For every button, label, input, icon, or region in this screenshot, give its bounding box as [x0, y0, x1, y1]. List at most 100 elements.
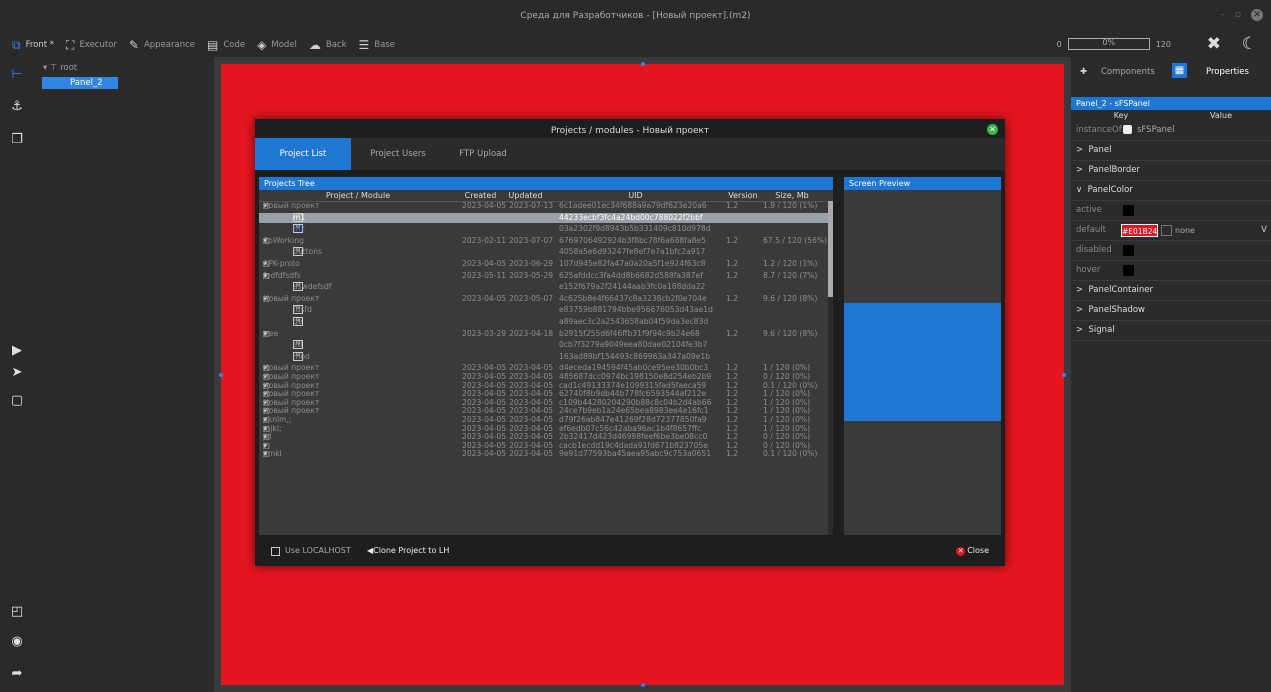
resize-handle-bottom[interactable]: [641, 683, 645, 687]
scrollbar-thumb[interactable]: [828, 201, 833, 297]
projects-tree: Projects Tree Project / Module Created U…: [259, 177, 833, 535]
project-row[interactable]: ▾ ◰ fedfdfsdfs 2023-05-11 2023-05-29 625afdd…: [259, 271, 828, 281]
module-row[interactable]: Med 0cb7f3279a9049eea80dae02104fe3b7: [259, 340, 828, 350]
col-uid[interactable]: UID: [547, 190, 724, 201]
none-checkbox[interactable]: [1161, 225, 1172, 236]
resize-handle-left[interactable]: [219, 373, 223, 377]
chevron-right-icon: >: [1076, 305, 1084, 315]
color-swatch-active[interactable]: [1123, 205, 1134, 216]
eye-icon[interactable]: ◉: [9, 634, 25, 650]
project-row[interactable]: ▾ ◰ APK-proto 2023-04-05 2023-06-29 107d945e…: [259, 259, 828, 269]
group-panelcontainer[interactable]: > PanelContainer: [1071, 281, 1271, 301]
module-row[interactable]: Mmod 163ad89bf154493c869963a347a09e1b: [259, 351, 828, 362]
toolbar-appearance[interactable]: ✎ Appearance: [129, 38, 195, 52]
row-uid: e83759b881794bbe956676053d43ae1d: [559, 305, 713, 315]
properties-panel: Panel_2 - sFSPanel Key Value instanceOf …: [1071, 97, 1271, 341]
chevron-down-icon[interactable]: V: [1261, 221, 1267, 240]
title-bar: Среда для Разработчиков - [Новый проект]…: [0, 0, 1271, 33]
value-column: Value: [1210, 111, 1232, 120]
left-sidebar: ⊢ ⚓ ❐ ▶ ➤ ▢ ◰ ◉ ➦: [0, 57, 34, 692]
project-row[interactable]: ▾ ◰ tree 2023-03-29 2023-04-18 b2915f255d6f4…: [259, 329, 828, 339]
module-row[interactable]: Maswdefsdf e152f679a2f24144aab3fc0a188dda…: [259, 282, 828, 292]
group-panelcolor[interactable]: ∨ PanelColor: [1071, 181, 1271, 201]
module-row[interactable]: Mfdsfd e83759b881794bbe956676053d43ae1d: [259, 305, 828, 315]
row-created: 2023-04-05: [462, 293, 507, 303]
row-version: 1.2: [726, 328, 739, 338]
color-value-default[interactable]: #E01B24: [1121, 224, 1158, 237]
project-row[interactable]: ▾ ◰ CoWorking 2023-02-11 2023-07-07 67697064…: [259, 236, 828, 246]
close-button[interactable]: ✕ Close: [956, 546, 989, 556]
copy-icon[interactable]: ❐: [9, 132, 25, 148]
tab-components[interactable]: Components: [1101, 67, 1155, 77]
puzzle-icon: ✚: [1080, 67, 1088, 77]
row-uid: b2915f255d6f46ffb31f9f94c9b24e68: [559, 328, 700, 338]
projects-tree-header: Projects Tree: [259, 177, 833, 190]
close-window-icon[interactable]: ✕: [1251, 9, 1263, 21]
module-row[interactable]: Mbuttons 4058a5e6d93247fe8ef7e7a1bfc2a917: [259, 247, 828, 257]
group-panelshadow[interactable]: > PanelShadow: [1071, 301, 1271, 321]
toolbar-back[interactable]: ☁ Back: [309, 38, 347, 52]
chevron-right-icon: >: [1076, 165, 1084, 175]
row-uid: 44233ecbf3fc4a24bd00c788022f2bbf: [559, 212, 703, 222]
export-icon[interactable]: ➦: [9, 666, 25, 682]
group-panel[interactable]: > Panel: [1071, 141, 1271, 161]
toolbar-code[interactable]: ▤ Code: [207, 38, 245, 52]
project-row[interactable]: ▾ ◰ Новый проект 2023-04-05 2023-07-13 6c1ad…: [259, 201, 828, 211]
moon-icon[interactable]: ☾: [1242, 34, 1257, 54]
group-panelborder[interactable]: > PanelBorder: [1071, 161, 1271, 181]
toolbar-base[interactable]: ☰ Base: [359, 38, 395, 52]
module-row[interactable]: Mm2 03a2302f9d8943b5b331409c810d978d: [259, 224, 828, 234]
row-uid: 03a2302f9d8943b5b331409c810d978d: [559, 224, 711, 234]
clone-project-button[interactable]: ◀Clone Project to LH: [367, 546, 449, 555]
row-updated: 2023-04-05: [509, 449, 554, 459]
module-row[interactable]: Mge a89aec3c2a2543658ab04f59da3ec83d: [259, 317, 828, 327]
restore-icon[interactable]: ▫: [1235, 10, 1241, 20]
cube-icon[interactable]: ◰: [9, 604, 25, 620]
key-value-header: Key Value: [1071, 110, 1271, 121]
row-updated: 2023-05-07: [509, 293, 554, 303]
module-row[interactable]: Mm1 44233ecbf3fc4a24bd00c788022f2bbf: [259, 212, 828, 223]
project-row[interactable]: ▾ ◰ nmkl 2023-04-05 2023-04-05 9e91d77593ba4…: [259, 449, 828, 459]
col-size[interactable]: Size, Mb: [762, 190, 822, 201]
tab-ftp-upload[interactable]: FTP Upload: [445, 138, 521, 170]
row-created: 2023-04-05: [462, 259, 507, 268]
col-updated[interactable]: Updated: [504, 190, 547, 201]
project-row[interactable]: ▾ ◰ Новый проект 2023-04-05 2023-05-07 4c625…: [259, 294, 828, 304]
color-swatch-hover[interactable]: [1123, 265, 1134, 276]
minimize-icon[interactable]: –: [1220, 10, 1225, 20]
group-signal[interactable]: > Signal: [1071, 321, 1271, 341]
tab-project-list[interactable]: Project List: [255, 138, 351, 170]
tree-root[interactable]: ▾ ⊤ root: [43, 63, 77, 73]
col-project-module[interactable]: Project / Module: [259, 190, 457, 201]
row-size: 8.7 / 120 (7%): [763, 270, 818, 280]
row-uid: a89aec3c2a2543658ab04f59da3ec83d: [559, 317, 709, 326]
tools-icon[interactable]: ✖: [1207, 34, 1221, 54]
tab-project-users[interactable]: Project Users: [351, 138, 445, 170]
zoom-slider[interactable]: 0%: [1067, 38, 1150, 50]
toolbar-front[interactable]: ⧉ Front *: [12, 38, 54, 53]
prop-disabled: disabled: [1071, 241, 1271, 261]
row-created: 2023-04-05: [462, 201, 507, 210]
dialog-close-icon[interactable]: ✕: [987, 124, 998, 135]
col-created[interactable]: Created: [457, 190, 504, 201]
row-size: 9.6 / 120 (8%): [763, 293, 818, 303]
col-version[interactable]: Version: [724, 190, 762, 201]
color-swatch-disabled[interactable]: [1123, 245, 1134, 256]
tree-item-panel[interactable]: Panel_2: [42, 77, 118, 89]
row-version: 1.2: [726, 449, 739, 459]
resize-handle-top[interactable]: [641, 62, 645, 66]
toolbar-model[interactable]: ◈ Model: [257, 38, 297, 52]
toolbar-executor[interactable]: ⛶ Executor: [66, 38, 117, 53]
device-icon[interactable]: ▢: [9, 393, 25, 409]
tree-icon[interactable]: ⊢: [9, 67, 25, 83]
play-icon[interactable]: ▶: [9, 343, 25, 359]
tree-scrollbar[interactable]: [828, 201, 833, 535]
anchor-icon[interactable]: ⚓: [9, 99, 25, 115]
use-localhost-label: Use LOCALHOST: [285, 546, 351, 555]
row-size: 0.1 / 120 (0%): [763, 449, 818, 459]
use-localhost-checkbox[interactable]: [271, 547, 280, 556]
resize-handle-right[interactable]: [1062, 373, 1066, 377]
run-fast-icon[interactable]: ➤: [9, 365, 25, 381]
prop-default: default #E01B24 none V: [1071, 221, 1271, 241]
tab-properties[interactable]: Properties: [1206, 67, 1249, 77]
